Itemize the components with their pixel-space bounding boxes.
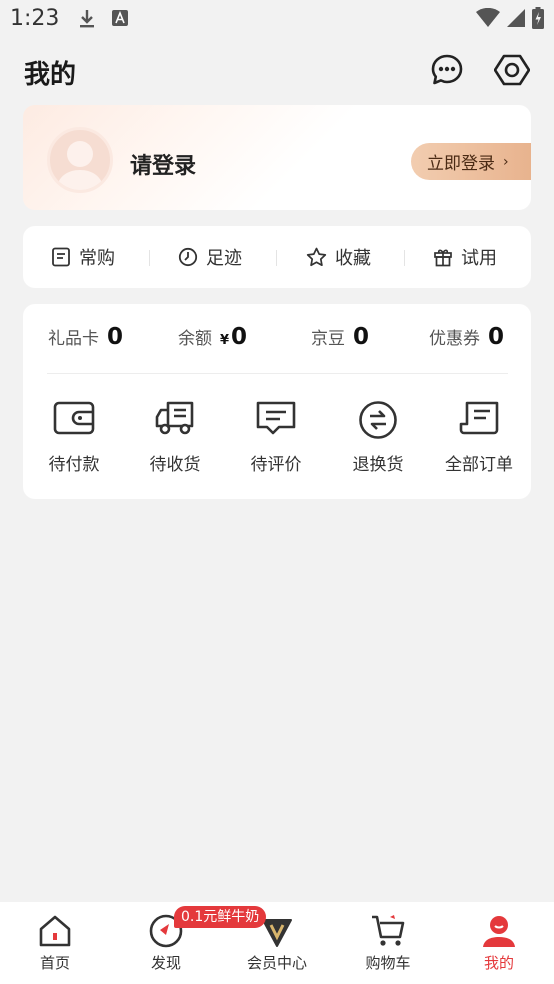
- asset-value: 0: [353, 324, 370, 350]
- login-button-label: 立即登录: [427, 154, 495, 174]
- wallet-icon: [53, 401, 95, 435]
- divider: [404, 250, 405, 266]
- shortcuts-bar: 常购 足迹 收藏 试用: [23, 226, 531, 288]
- asset-label: 优惠券: [429, 329, 480, 349]
- avatar[interactable]: [47, 127, 113, 193]
- asset-label: 京豆: [311, 329, 345, 349]
- signal-icon: [507, 9, 525, 27]
- home-icon: [39, 915, 71, 947]
- shortcut-label: 收藏: [335, 248, 371, 269]
- cart-icon: [372, 915, 405, 946]
- login-button[interactable]: 立即登录 ›: [411, 143, 531, 180]
- truck-icon: [155, 401, 194, 435]
- shortcut-label: 试用: [461, 248, 497, 269]
- currency-symbol: ¥: [220, 333, 230, 348]
- asset-balance[interactable]: 余额 ¥ 0: [178, 324, 247, 350]
- asset-value: 0: [488, 324, 505, 350]
- status-bar: 1:23: [0, 0, 554, 38]
- asset-value: 0: [107, 324, 124, 350]
- wifi-icon: [476, 8, 500, 27]
- nav-label: 会员中心: [246, 954, 307, 972]
- nav-label: 购物车: [365, 954, 411, 972]
- order-label: 待付款: [48, 455, 100, 475]
- exchange-icon: [359, 401, 397, 439]
- nav-label: 发现: [150, 954, 181, 972]
- order-pending-receipt[interactable]: 待收货: [125, 400, 225, 475]
- asset-label: 礼品卡: [48, 329, 99, 349]
- divider: [149, 250, 150, 266]
- shortcut-favorites[interactable]: 收藏: [306, 244, 371, 270]
- login-card[interactable]: 请登录 立即登录 ›: [23, 105, 531, 210]
- shortcut-footprint[interactable]: 足迹: [178, 244, 242, 270]
- order-label: 待评价: [250, 455, 302, 475]
- assets-orders-card: 礼品卡 0 余额 ¥ 0 京豆 0 优惠券 0 待付款 待收货 待评价 退换货 …: [23, 304, 531, 499]
- shortcut-trial[interactable]: 试用: [433, 244, 497, 270]
- bottom-nav: 首页 发现 会员中心 购物车 我的: [0, 902, 554, 984]
- nav-profile[interactable]: 我的: [449, 914, 549, 973]
- nav-label: 我的: [483, 954, 514, 972]
- order-all[interactable]: 全部订单: [429, 400, 529, 475]
- asset-label: 余额: [178, 329, 212, 349]
- order-pending-payment[interactable]: 待付款: [24, 400, 124, 475]
- gift-icon: [434, 249, 452, 267]
- shortcut-frequent[interactable]: 常购: [51, 244, 115, 270]
- order-returns[interactable]: 退换货: [328, 400, 428, 475]
- page-title: 我的: [24, 60, 77, 90]
- shortcut-label: 足迹: [206, 248, 242, 269]
- divider: [276, 250, 277, 266]
- order-label: 全部订单: [445, 455, 513, 475]
- nav-label: 首页: [39, 954, 70, 972]
- list-icon: [52, 247, 70, 267]
- star-icon: [306, 247, 327, 267]
- default-avatar-icon: [56, 141, 104, 190]
- asset-jingdou[interactable]: 京豆 0: [311, 324, 369, 350]
- message-icon[interactable]: [429, 52, 465, 88]
- profile-icon: [483, 916, 515, 947]
- settings-icon[interactable]: [494, 52, 530, 88]
- divider: [47, 373, 508, 374]
- asset-coupons[interactable]: 优惠券 0: [429, 324, 504, 350]
- asset-gift-card[interactable]: 礼品卡 0: [48, 324, 123, 350]
- order-pending-review[interactable]: 待评价: [226, 400, 326, 475]
- app-notification-icon: [112, 10, 128, 26]
- chevron-right-icon: ›: [503, 153, 509, 170]
- download-icon: [80, 10, 94, 28]
- nav-home[interactable]: 首页: [5, 914, 105, 973]
- comment-icon: [256, 401, 296, 435]
- orders-icon: [459, 401, 499, 435]
- clock-icon: [178, 247, 198, 267]
- status-time: 1:23: [10, 6, 60, 31]
- nav-cart[interactable]: 购物车: [338, 914, 438, 973]
- login-prompt[interactable]: 请登录: [130, 148, 196, 180]
- battery-icon: [532, 7, 544, 29]
- order-label: 待收货: [149, 455, 201, 475]
- order-label: 退换货: [352, 455, 404, 475]
- asset-value: 0: [231, 324, 248, 350]
- shortcut-label: 常购: [79, 248, 115, 269]
- promo-badge[interactable]: 0.1元鲜牛奶: [174, 906, 267, 928]
